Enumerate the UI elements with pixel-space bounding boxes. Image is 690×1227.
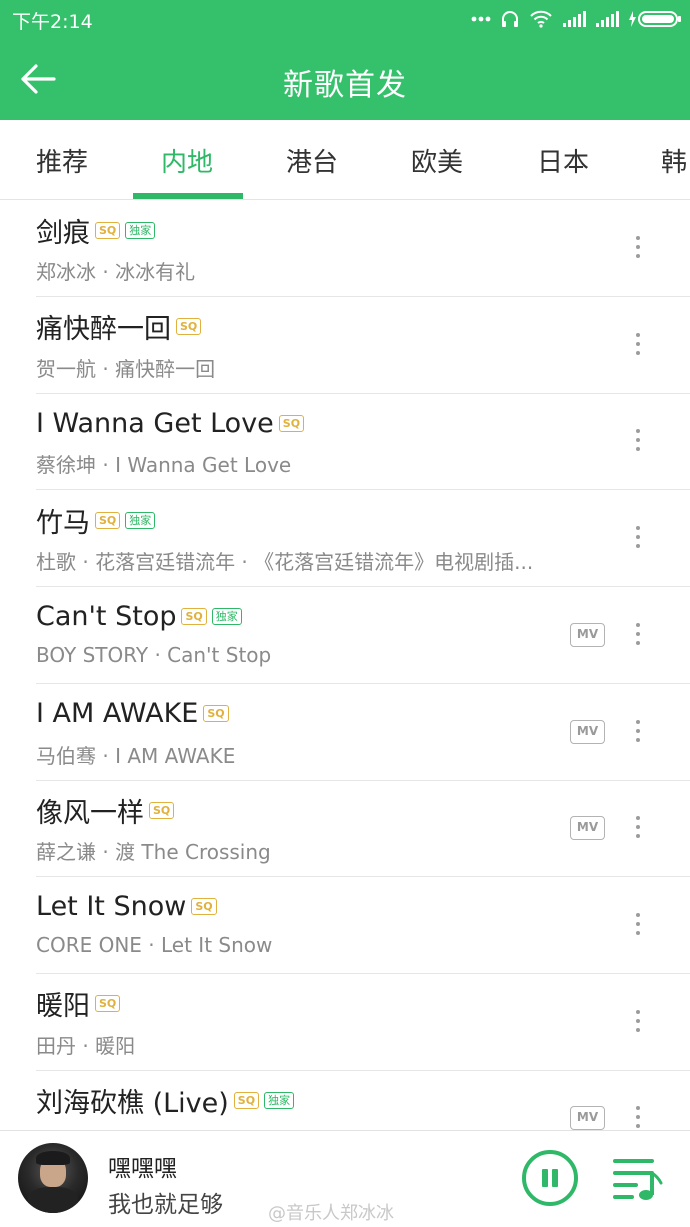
playlist-music-icon (613, 1159, 663, 1200)
song-subtitle: 田丹 · 暖阳 (36, 1033, 136, 1058)
more-vertical-icon[interactable] (624, 1098, 652, 1130)
more-vertical-icon[interactable] (624, 228, 652, 266)
song-subtitle: 贺一航 · 痛快醉一回 (36, 356, 216, 381)
album-art[interactable] (18, 1143, 88, 1213)
song-title-line: 痛快醉一回 SQ (36, 310, 202, 346)
mv-button[interactable]: MV (570, 816, 605, 841)
song-row[interactable]: 痛快醉一回 SQ 贺一航 · 痛快醉一回 (0, 297, 690, 394)
song-title-line: 像风一样 SQ (36, 793, 175, 829)
tab-japan[interactable]: 日本 (537, 142, 589, 179)
song-title-line: I Wanna Get Love SQ (36, 406, 305, 440)
exclusive-badge: 独家 (125, 221, 156, 239)
song-title: I AM AWAKE (36, 698, 199, 729)
song-title-line: 竹马 SQ 独家 (36, 503, 156, 539)
more-vertical-icon[interactable] (624, 808, 652, 846)
song-row[interactable]: 刘海砍樵 (Live)SQ独家张燕兴 · 王筱之战第三季 第8期MV (0, 1070, 690, 1130)
status-time: 下午2:14 (12, 11, 93, 33)
song-title: Can't Stop (36, 601, 177, 633)
song-title: 像风一样 (36, 797, 144, 829)
song-row[interactable]: 竹马 SQ 独家杜歌 · 花落宫廷错流年 · 《花落宫廷错流年》电视剧插... (0, 490, 690, 588)
song-subtitle: 杜歌 · 花落宫廷错流年 · 《花落宫廷错流年》电视剧插... (36, 550, 534, 575)
status-bar: 下午2:14 (0, 0, 690, 38)
tab-europe-america[interactable]: 欧美 (411, 142, 463, 179)
song-title: 暖阳 (36, 991, 90, 1023)
mv-button[interactable]: MV (570, 1106, 605, 1130)
exclusive-badge: 独家 (264, 1091, 295, 1109)
sq-badge: SQ (233, 1091, 260, 1109)
song-row[interactable]: Can't Stop SQ 独家 BOY STORY · Can't Stop MV (0, 587, 690, 684)
headphones-icon (502, 11, 518, 27)
more-vertical-icon[interactable] (624, 325, 652, 363)
song-subtitle: CORE ONE · Let It Snow (36, 932, 273, 957)
tab-mainland[interactable]: 内地 (161, 142, 213, 179)
exclusive-badge: 独家 (211, 608, 242, 626)
song-subtitle: 薛之谦 · 渡 The Crossing (36, 840, 271, 865)
active-tab-indicator (133, 193, 243, 199)
sq-badge: SQ (181, 608, 207, 626)
song-row[interactable]: 像风一样 SQ 薛之谦 · 渡 The Crossing MV (0, 780, 690, 878)
song-title-line: 剑痕 SQ 独家 (36, 213, 156, 249)
sq-badge: SQ (95, 221, 121, 239)
sq-badge: SQ (278, 414, 305, 432)
mv-button[interactable]: MV (570, 622, 605, 647)
pause-button[interactable] (522, 1150, 578, 1206)
now-playing-subtitle: 我也就足够 (108, 1192, 223, 1218)
song-title: 刘海砍樵 (Live) (36, 1087, 229, 1119)
now-playing-title: 嘿嘿嘿 (108, 1156, 177, 1182)
song-row[interactable]: Let It Snow SQ CORE ONE · Let It Snow (0, 877, 690, 974)
watermark: @音乐人郑冰冰 (268, 1203, 394, 1224)
more-vertical-icon[interactable] (624, 712, 652, 750)
wifi-icon (530, 10, 552, 28)
song-subtitle: 郑冰冰 · 冰冰有礼 (36, 260, 196, 284)
more-dots-icon (471, 16, 491, 22)
status-icons (471, 8, 682, 30)
song-title-line: 刘海砍樵 (Live) SQ 独家 (36, 1083, 295, 1119)
song-subtitle: BOY STORY · Can't Stop (36, 642, 272, 667)
song-list: 剑痕 SQ 独家 郑冰冰 · 冰冰有礼 痛快醉一回 SQ 贺一航 · 痛快醉一回 I Wann… (0, 200, 690, 1130)
playlist-button[interactable] (612, 1155, 664, 1201)
page-title: 新歌首发 (283, 68, 407, 103)
song-title-line: 暖阳 SQ (36, 987, 121, 1023)
song-title: 竹马 (36, 507, 90, 539)
signal-icon (596, 11, 619, 27)
sq-badge: SQ (95, 995, 121, 1013)
song-title-line: Can't Stop SQ 独家 (36, 600, 242, 634)
song-title-line: Let It Snow SQ (36, 890, 217, 924)
song-title: 剑痕 (36, 217, 90, 249)
sq-badge: SQ (176, 318, 202, 336)
song-title: 痛快醉一回 (36, 314, 171, 346)
category-tabs: 推荐 内地 港台 欧美 日本 韩 (0, 120, 690, 200)
tab-hk-tw[interactable]: 港台 (286, 142, 338, 179)
song-title-line: I AM AWAKE SQ (36, 697, 229, 731)
song-subtitle: 马伯骞 · I AM AWAKE (36, 743, 236, 768)
signal-icon (563, 11, 586, 27)
more-vertical-icon[interactable] (624, 518, 652, 556)
sq-badge: SQ (95, 511, 121, 529)
song-row[interactable]: 剑痕 SQ 独家郑冰冰 · 冰冰有礼 (0, 200, 690, 297)
sq-badge: SQ (203, 705, 229, 722)
song-title: Let It Snow (36, 891, 187, 923)
more-vertical-icon[interactable] (624, 615, 652, 653)
song-row[interactable]: 暖阳 SQ 田丹 · 暖阳 (0, 974, 690, 1071)
mv-button[interactable]: MV (570, 719, 605, 744)
more-vertical-icon[interactable] (624, 905, 652, 943)
sq-badge: SQ (149, 801, 175, 819)
song-title: I Wanna Get Love (36, 407, 274, 439)
pause-icon (542, 1169, 548, 1187)
exclusive-badge: 独家 (125, 511, 156, 529)
app-bar: 新歌首发 (0, 38, 690, 120)
now-playing-bar[interactable]: 嘿嘿嘿 我也就足够 @音乐人郑冰冰 (0, 1130, 690, 1227)
more-vertical-icon[interactable] (624, 1002, 652, 1040)
tab-recommend[interactable]: 推荐 (36, 142, 88, 179)
more-vertical-icon[interactable] (624, 421, 652, 459)
tab-korea[interactable]: 韩 (661, 142, 687, 179)
battery-charging-icon (629, 11, 681, 27)
sq-badge: SQ (191, 898, 217, 916)
song-row[interactable]: I Wanna Get Love SQ 蔡徐坤 · I Wanna Get Love (0, 393, 690, 491)
song-row[interactable]: I AM AWAKE SQ 马伯骞 · I AM AWAKE MV (0, 684, 690, 781)
song-subtitle: 蔡徐坤 · I Wanna Get Love (36, 453, 292, 478)
